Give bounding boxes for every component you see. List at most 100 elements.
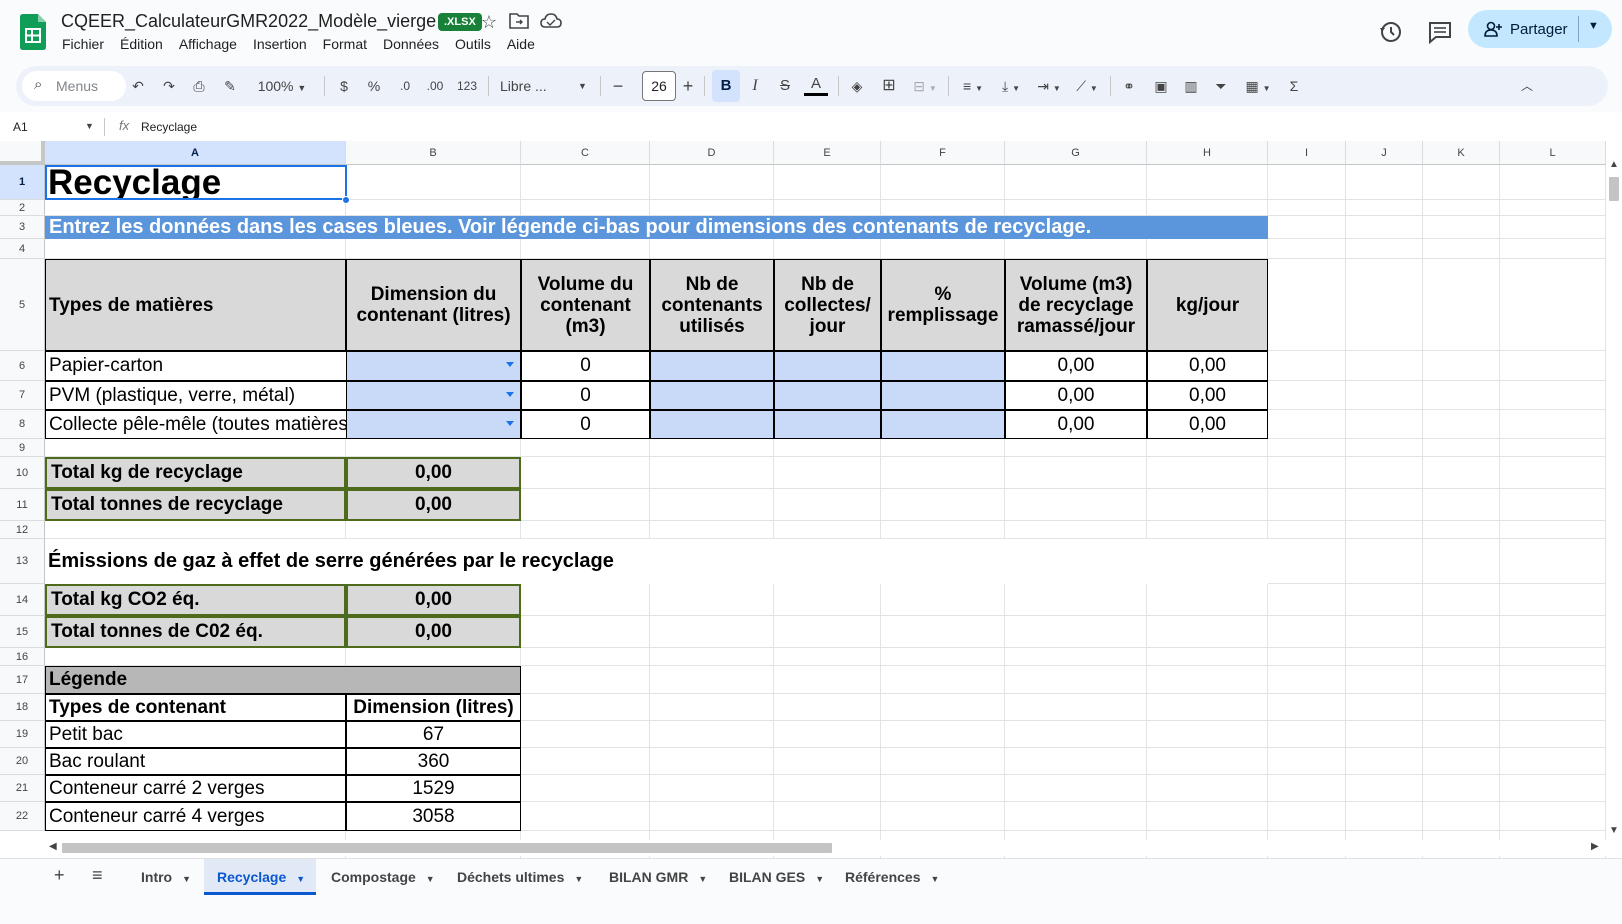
row-header-21[interactable]: 21 [0, 775, 45, 802]
row-header-19[interactable]: 19 [0, 721, 45, 748]
column-header-g[interactable]: G [1005, 141, 1147, 165]
column-header-k[interactable]: K [1423, 141, 1500, 165]
dropdown-chevron-icon[interactable] [506, 392, 514, 397]
row-header-12[interactable]: 12 [0, 521, 45, 539]
zoom-select[interactable]: 100% ▼ [252, 74, 312, 98]
insert-comment-icon[interactable]: ▣ [1150, 74, 1172, 98]
select-all-corner[interactable] [0, 141, 45, 165]
percent-format-button[interactable]: % [364, 74, 384, 98]
row-header-13[interactable]: 13 [0, 539, 45, 584]
sheets-logo-icon[interactable] [20, 14, 46, 50]
decrease-decimal-button[interactable]: .0 [393, 74, 417, 98]
menu-affichage[interactable]: Affichage [179, 36, 237, 52]
star-icon[interactable]: ☆ [478, 11, 500, 33]
column-header-h[interactable]: H [1147, 141, 1268, 165]
column-header-e[interactable]: E [774, 141, 881, 165]
row-header-4[interactable]: 4 [0, 239, 45, 259]
menu-outils[interactable]: Outils [455, 36, 491, 52]
dropdown-chevron-icon[interactable] [506, 421, 514, 426]
collapse-toolbar-icon[interactable]: ︿ [1516, 74, 1538, 98]
all-sheets-icon[interactable]: ≡ [92, 865, 103, 886]
sheet-tab-intro[interactable]: Intro ▼ [128, 859, 202, 895]
menu-edition[interactable]: Édition [120, 36, 163, 52]
scroll-down-icon[interactable]: ▼ [1609, 825, 1619, 836]
spreadsheet-grid[interactable]: A B C D E F G H I J K L 1 2 3 4 5 6 7 8 9 10 11 12 13 14 15 16 17 18 1… [0, 141, 1606, 876]
sheet-tab-références[interactable]: Références ▼ [832, 859, 948, 895]
input-cell[interactable] [774, 410, 881, 439]
row-header-3[interactable]: 3 [0, 216, 45, 239]
scroll-up-icon[interactable]: ▲ [1609, 159, 1619, 170]
container-dimension-input[interactable] [346, 351, 521, 381]
font-select[interactable]: Libre ... ▼ [500, 74, 588, 98]
add-sheet-icon[interactable]: + [54, 865, 65, 886]
menu-aide[interactable]: Aide [507, 36, 535, 52]
sheet-tab-recyclage[interactable]: Recyclage ▼ [204, 859, 316, 895]
row-header-9[interactable]: 9 [0, 439, 45, 457]
name-box[interactable]: A1 [13, 120, 28, 134]
share-button[interactable]: Partager ▼ [1468, 10, 1612, 48]
row-header-14[interactable]: 14 [0, 584, 45, 616]
fill-handle[interactable] [342, 196, 350, 204]
row-header-15[interactable]: 15 [0, 616, 45, 648]
input-cell[interactable] [881, 381, 1005, 410]
row-header-18[interactable]: 18 [0, 694, 45, 721]
insert-chart-icon[interactable]: ▥ [1180, 74, 1202, 98]
chevron-down-icon[interactable]: ▼ [815, 874, 824, 884]
functions-icon[interactable]: Σ [1284, 74, 1304, 98]
column-header-a[interactable]: A [45, 141, 346, 165]
row-header-6[interactable]: 6 [0, 351, 45, 381]
row-header-10[interactable]: 10 [0, 457, 45, 489]
increase-font-size-icon[interactable]: + [680, 74, 696, 98]
name-box-dropdown-icon[interactable]: ▼ [85, 121, 94, 131]
text-rotation-icon[interactable]: ⟋ ▼ [1070, 74, 1104, 98]
menu-fichier[interactable]: Fichier [62, 36, 104, 52]
menu-insertion[interactable]: Insertion [253, 36, 307, 52]
vertical-scrollbar[interactable]: ▲ ▼ [1606, 141, 1622, 876]
menu-format[interactable]: Format [323, 36, 367, 52]
input-cell[interactable] [650, 410, 774, 439]
chevron-down-icon[interactable]: ▼ [698, 874, 707, 884]
filter-views-icon[interactable]: ▦ ▼ [1240, 74, 1276, 98]
input-cell[interactable] [650, 351, 774, 381]
column-header-j[interactable]: J [1346, 141, 1423, 165]
italic-button[interactable]: I [744, 74, 766, 98]
menu-donnees[interactable]: Données [383, 36, 439, 52]
chevron-down-icon[interactable]: ▼ [296, 874, 305, 884]
vertical-scroll-thumb[interactable] [1609, 177, 1619, 201]
share-dropdown-icon[interactable]: ▼ [1588, 20, 1599, 32]
menu-search[interactable]: ⌕ Menus [22, 71, 126, 101]
row-header-16[interactable]: 16 [0, 648, 45, 666]
dropdown-chevron-icon[interactable] [506, 362, 514, 367]
increase-decimal-button[interactable]: .00 [422, 74, 448, 98]
column-header-b[interactable]: B [346, 141, 521, 165]
vertical-align-icon[interactable]: ⤓ ▼ [994, 74, 1028, 98]
currency-format-button[interactable]: $ [334, 74, 354, 98]
fill-color-icon[interactable]: ◈ [846, 74, 868, 98]
horizontal-align-icon[interactable]: ≡ ▼ [956, 74, 990, 98]
input-cell[interactable] [774, 381, 881, 410]
row-header-1[interactable]: 1 [0, 165, 45, 200]
print-icon[interactable]: ⎙ [188, 74, 210, 98]
column-header-c[interactable]: C [521, 141, 650, 165]
chevron-down-icon[interactable]: ▼ [931, 874, 940, 884]
input-cell[interactable] [881, 410, 1005, 439]
scroll-left-icon[interactable]: ◀ [49, 841, 57, 852]
strikethrough-button[interactable]: S [774, 74, 796, 98]
font-size-input[interactable]: 26 [642, 71, 676, 101]
scroll-right-icon[interactable]: ▶ [1591, 841, 1599, 852]
input-cell[interactable] [774, 351, 881, 381]
text-color-button[interactable]: A [804, 74, 828, 96]
horizontal-scroll-thumb[interactable] [62, 843, 832, 853]
chevron-down-icon[interactable]: ▼ [426, 874, 435, 884]
document-title[interactable]: CQEER_CalculateurGMR2022_Modèle_vierge [61, 11, 436, 32]
input-cell[interactable] [881, 351, 1005, 381]
column-header-f[interactable]: F [881, 141, 1005, 165]
chevron-down-icon[interactable]: ▼ [574, 874, 583, 884]
row-header-8[interactable]: 8 [0, 410, 45, 439]
horizontal-scrollbar[interactable]: ◀ ▶ [45, 840, 1606, 856]
formula-input[interactable]: Recyclage [141, 120, 197, 134]
undo-icon[interactable]: ↶ [128, 74, 148, 98]
row-header-7[interactable]: 7 [0, 381, 45, 410]
input-cell[interactable] [650, 381, 774, 410]
container-dimension-input[interactable] [346, 381, 521, 410]
